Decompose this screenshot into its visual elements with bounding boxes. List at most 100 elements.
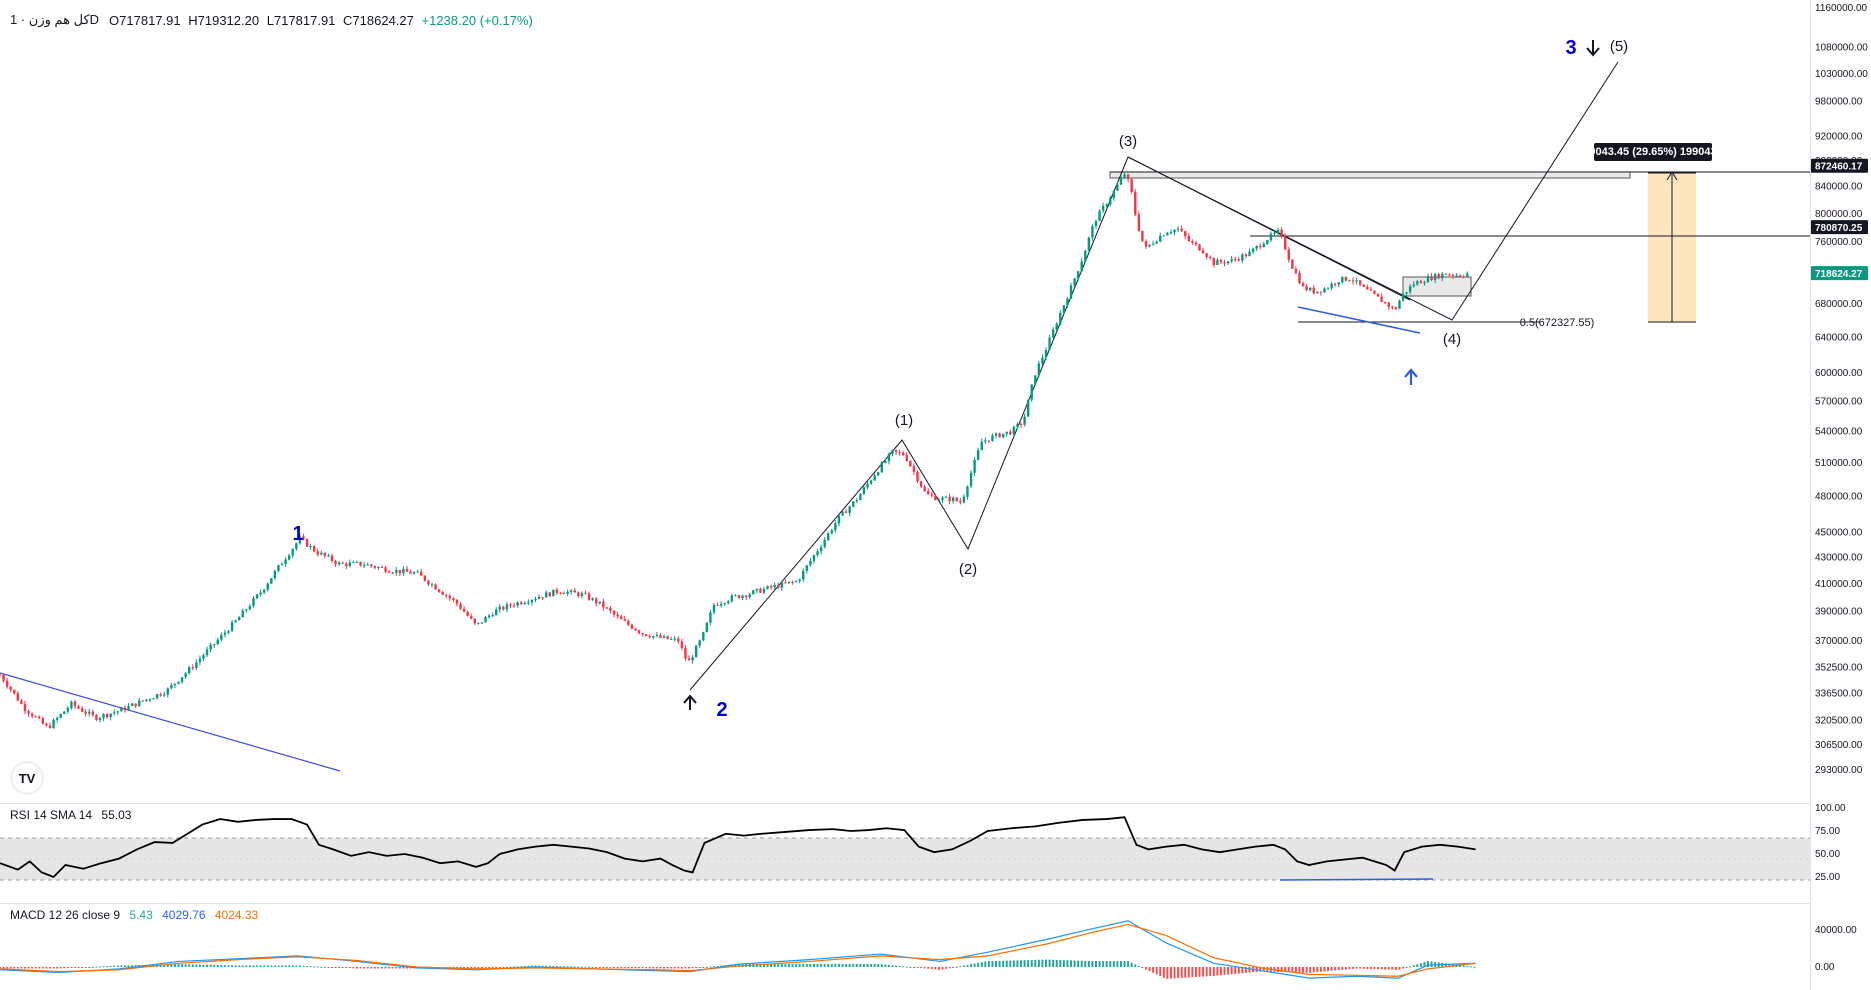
candle-body: [1219, 260, 1223, 263]
macd-hist-bar: [2, 967, 5, 969]
candle-body: [1234, 259, 1237, 261]
macd-hist-bar: [887, 964, 890, 967]
macd-hist-bar: [77, 967, 80, 968]
macd-hist-bar: [1041, 959, 1044, 967]
macd-hist-bar: [605, 967, 608, 968]
candle-body: [312, 546, 316, 552]
macd-hist-bar: [1116, 961, 1119, 967]
macd-hist-bar: [1055, 959, 1058, 967]
candle-body: [680, 641, 684, 648]
candle-body: [816, 551, 819, 556]
candle-body: [987, 440, 991, 442]
macd-hist-bar: [995, 960, 998, 967]
macd-hist-bar: [1302, 967, 1305, 973]
macd-hist-bar: [402, 967, 405, 969]
macd-hist-bar: [623, 967, 626, 968]
macd-hist-bar: [566, 966, 569, 968]
candle-body: [827, 533, 830, 540]
candle-body: [648, 636, 651, 638]
macd-hist-bar: [798, 964, 801, 967]
candle-body: [202, 655, 205, 659]
macd-signal-value: 4024.33: [214, 908, 259, 922]
macd-hist-bar: [56, 967, 59, 969]
close-value: C718624.27: [343, 12, 414, 28]
candle-body: [1319, 291, 1323, 293]
candle-body: [634, 628, 637, 631]
candle-body: [1376, 293, 1380, 297]
chart-header: کل هم وزن · 1D O717817.91 H719312.20 L71…: [10, 12, 537, 28]
candle-body: [220, 634, 223, 640]
candle-body: [777, 584, 780, 588]
rsi-legend[interactable]: RSI 14 SMA 14 55.03: [10, 808, 131, 822]
macd-hist-bar: [1048, 959, 1051, 967]
macd-hist-bar: [1227, 967, 1230, 975]
candle-body: [245, 609, 248, 611]
candle-body: [134, 703, 137, 707]
macd-hist-bar: [920, 967, 923, 969]
candle-body: [55, 717, 59, 720]
wave-label: 2: [716, 699, 727, 721]
candle-body: [116, 711, 120, 713]
macd-hist-bar: [1473, 966, 1476, 968]
candle-body: [280, 563, 284, 566]
price-tick-label: 540000.00: [1815, 426, 1863, 437]
candle-body: [355, 561, 359, 563]
candle-body: [1041, 357, 1044, 364]
macd-hist-bar: [1202, 967, 1205, 977]
macd-hist-bar: [1148, 967, 1151, 972]
macd-hist-bar: [1030, 959, 1033, 967]
candle-body: [1312, 287, 1315, 294]
change-value: +1238.20 (+0.17%): [421, 12, 533, 28]
candle-body: [702, 632, 705, 641]
candle-body: [1355, 280, 1358, 282]
macd-hist-bar: [1184, 967, 1187, 978]
candle-body: [1426, 276, 1430, 283]
candle-body: [1169, 232, 1173, 234]
candle-body: [423, 575, 427, 581]
macd-hist-bar: [109, 965, 112, 967]
macd-hist-bar: [498, 967, 501, 968]
candle-body: [1308, 287, 1312, 291]
candle-body: [1087, 237, 1091, 251]
macd-hist-bar: [1162, 967, 1165, 978]
macd-hist-bar: [1205, 967, 1208, 977]
macd-hist-bar: [1366, 967, 1369, 969]
macd-hist-bar: [377, 967, 380, 969]
macd-hist-bar: [1380, 967, 1383, 970]
candle-body: [584, 593, 587, 595]
macd-value: 4029.76: [162, 908, 206, 922]
candle-body: [437, 589, 441, 592]
candle-body: [1101, 205, 1105, 211]
candle-body: [1191, 241, 1194, 243]
macd-hist-bar: [1212, 967, 1215, 976]
trendline-blue-left: [0, 672, 341, 772]
candle-body: [1412, 284, 1415, 287]
macd-hist-bar: [363, 967, 366, 969]
candle-body: [1162, 235, 1166, 237]
macd-hist-bar: [120, 965, 123, 967]
macd-hist-bar: [905, 966, 908, 968]
candle-body: [1134, 191, 1137, 215]
candle-body: [252, 598, 255, 607]
macd-hist-bar: [1155, 967, 1158, 975]
candle-body: [416, 571, 419, 573]
macd-legend[interactable]: MACD 12 26 close 9 5.43 4029.76 4024.33: [10, 908, 258, 922]
candle-body: [1026, 399, 1030, 417]
macd-hist-bar: [388, 967, 391, 969]
candle-body: [362, 565, 366, 567]
tradingview-logo-icon[interactable]: TV: [12, 763, 42, 793]
macd-axis-ticks: 40000.00 0.00: [1815, 925, 1857, 973]
candle-body: [844, 511, 848, 513]
candle-body: [955, 497, 958, 501]
candle-body: [380, 567, 384, 569]
macd-hist-bar: [34, 967, 37, 969]
candle-body: [1123, 174, 1126, 179]
macd-hist-bar: [1369, 967, 1372, 969]
macd-hist-bar: [52, 967, 55, 969]
macd-hist-bar: [356, 967, 358, 969]
macd-hist-bar: [1020, 960, 1023, 967]
candle-body: [170, 685, 173, 689]
macd-hist-bar: [38, 967, 41, 969]
symbol-title[interactable]: کل هم وزن · 1D: [10, 12, 99, 28]
macd-hist-bar: [627, 967, 630, 968]
